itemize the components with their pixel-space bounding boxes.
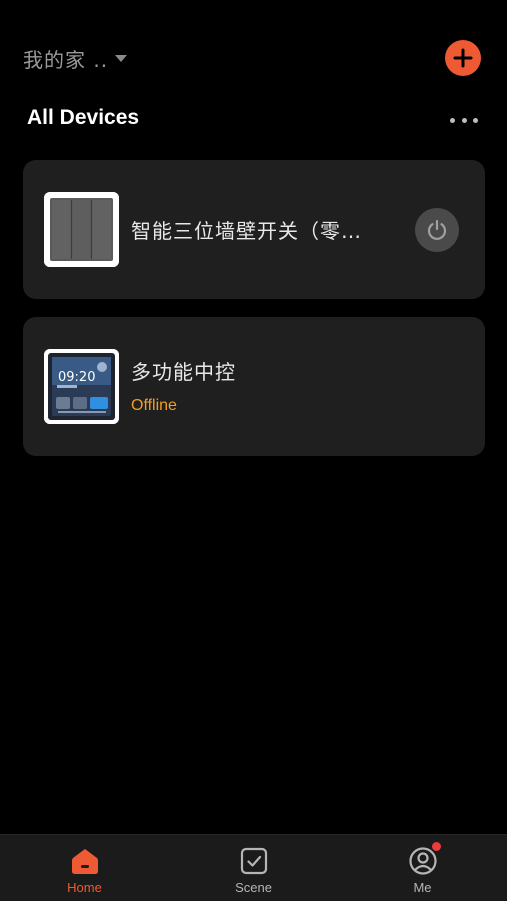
device-card-control-panel[interactable]: 09:20 多功能中控 Offline [23,317,485,456]
device-name: 智能三位墙壁开关（零… [131,219,362,243]
device-card-wall-switch[interactable]: 智能三位墙壁开关（零… [23,160,485,299]
power-icon [427,219,447,240]
section-title: All Devices [27,106,140,129]
home-name: 我的家 .. [23,48,109,72]
add-device-button[interactable] [445,40,481,76]
thumb-time: 09:20 [58,370,95,385]
tab-home[interactable]: Home [0,835,169,901]
device-name: 多功能中控 [131,360,236,384]
tab-label: Home [67,880,102,895]
caret-down-icon [115,55,128,62]
user-circle-icon [408,847,437,875]
device-status: Offline [131,397,177,414]
more-options-button[interactable] [450,108,478,132]
tab-me[interactable]: Me [338,835,507,901]
more-dot [473,117,478,123]
tab-label: Me [413,880,432,895]
three-gang-wall-switch-icon [44,192,119,267]
home-icon [71,849,98,874]
more-dot [450,117,455,123]
tab-scene[interactable]: Scene [169,835,338,901]
plus-icon [453,48,473,68]
scene-checkbox-icon [240,847,267,875]
header-bar: 我的家 .. [0,0,507,100]
tab-label: Scene [235,880,272,895]
more-dot [461,117,467,123]
bottom-tab-bar: Home Scene Me [0,834,507,901]
notification-badge [431,842,441,851]
home-selector[interactable]: 我的家 .. [23,44,128,73]
control-panel-icon: 09:20 [44,349,119,424]
power-toggle-button[interactable] [415,208,459,252]
